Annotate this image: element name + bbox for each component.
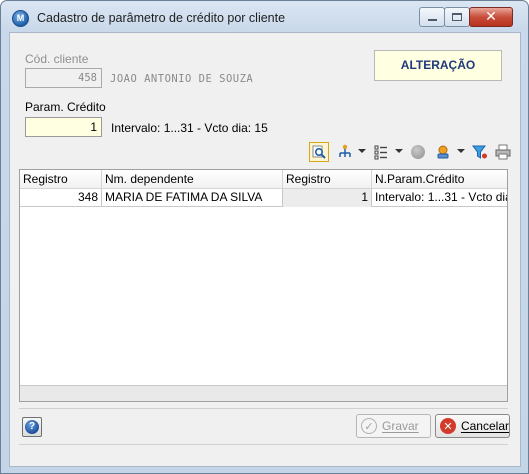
cancelar-button-label: Cancelar	[460, 419, 509, 433]
app-logo-icon: M	[12, 10, 29, 27]
column-header-nm-dependente[interactable]: Nm. dependente	[102, 170, 283, 189]
gravar-button-label: Gravar	[382, 419, 419, 433]
cell-n-param-credito: Intervalo: 1...31 - Vcto dia: 15	[375, 190, 507, 204]
cell-registro: 348	[20, 189, 102, 207]
list-options-dropdown-icon[interactable]	[395, 149, 403, 153]
table-row[interactable]: 348 MARIA DE FATIMA DA SILVA 1 Intervalo…	[20, 189, 507, 207]
cod-cliente-label: Cód. cliente	[25, 52, 89, 66]
button-bar: ? ✓ Gravar ✕ Cancelar	[19, 408, 510, 440]
search-icon[interactable]	[309, 142, 329, 162]
record-dot-icon[interactable]	[409, 142, 427, 162]
client-name: JOAO ANTONIO DE SOUZA	[110, 73, 254, 85]
close-icon: ✕	[485, 9, 497, 25]
param-credito-field[interactable]: 1	[25, 117, 102, 137]
title-bar[interactable]: M Cadastro de parâmetro de crédito por c…	[1, 1, 528, 35]
cancelar-button[interactable]: ✕ Cancelar	[435, 414, 510, 438]
minimize-button[interactable]	[419, 7, 445, 27]
interval-text: Intervalo: 1...31 - Vcto dia: 15	[111, 121, 268, 135]
help-button[interactable]: ?	[22, 417, 42, 437]
column-header-registro[interactable]: Registro	[20, 170, 102, 189]
dependents-grid[interactable]: Registro Nm. dependente Registro N.Param…	[19, 169, 508, 402]
hierarchy-icon[interactable]	[336, 142, 354, 162]
column-header-n-param-credito[interactable]: N.Param.Crédito	[372, 170, 507, 189]
gravar-button[interactable]: ✓ Gravar	[356, 414, 431, 438]
window-title: Cadastro de parâmetro de crédito por cli…	[37, 11, 286, 25]
maximize-button[interactable]	[444, 7, 470, 27]
minimize-icon	[427, 19, 437, 21]
help-icon: ?	[25, 420, 39, 434]
stamp-icon[interactable]	[434, 142, 452, 162]
cancel-icon: ✕	[440, 418, 456, 434]
hierarchy-dropdown-icon[interactable]	[358, 149, 366, 153]
stamp-dropdown-icon[interactable]	[457, 149, 465, 153]
param-credito-label: Param. Crédito	[25, 100, 106, 114]
app-window: M Cadastro de parâmetro de crédito por c…	[0, 0, 529, 474]
list-options-icon[interactable]	[372, 142, 390, 162]
filter-icon[interactable]	[471, 142, 489, 162]
mode-badge: ALTERAÇÃO	[374, 50, 502, 81]
cell-nm-dependente: MARIA DE FATIMA DA SILVA	[102, 189, 283, 207]
close-button[interactable]: ✕	[469, 7, 513, 27]
grid-header: Registro Nm. dependente Registro N.Param…	[20, 170, 507, 189]
maximize-icon	[452, 13, 462, 21]
cell-registro-param: 1	[283, 189, 372, 207]
column-header-registro-param[interactable]: Registro	[283, 170, 372, 189]
status-bar	[19, 444, 508, 463]
grid-footer	[20, 385, 507, 401]
cod-cliente-field[interactable]: 458	[25, 68, 102, 88]
form-client-area: Cód. cliente 458 JOAO ANTONIO DE SOUZA A…	[9, 32, 521, 467]
print-icon[interactable]	[494, 142, 512, 162]
check-icon: ✓	[361, 418, 377, 434]
